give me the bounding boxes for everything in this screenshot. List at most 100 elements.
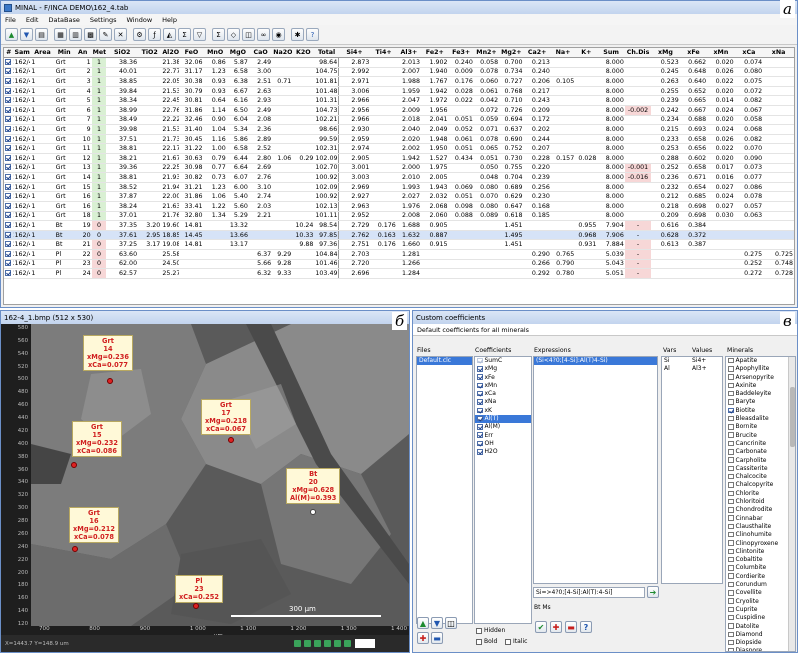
mineral-checkbox[interactable] (728, 581, 734, 588)
chart-icon[interactable]: ◭ (163, 28, 176, 41)
mineral-item[interactable]: Carbonate (726, 448, 795, 456)
export-icon[interactable]: ▥ (69, 28, 82, 41)
add-icon[interactable]: ✚ (550, 621, 562, 633)
column-header[interactable]: MnO (203, 48, 227, 59)
column-header[interactable]: # (4, 48, 14, 59)
mineral-item[interactable]: Cryolite (726, 598, 795, 606)
column-header[interactable]: Sum (597, 48, 625, 59)
print-icon[interactable]: ▤ (35, 28, 48, 41)
save-file-icon[interactable]: ▼ (431, 617, 443, 629)
coefficient-checkbox[interactable] (477, 449, 483, 455)
mineral-checkbox[interactable] (728, 531, 734, 538)
mineral-item[interactable]: Clinopyroxene (726, 540, 795, 548)
calc-icon[interactable]: ⚙ (133, 28, 146, 41)
coefficient-checkbox[interactable] (477, 390, 483, 397)
column-header[interactable]: SiO2 (106, 48, 139, 59)
column-header[interactable]: xMn (707, 48, 735, 59)
filter-icon[interactable]: ▽ (193, 28, 206, 41)
table-row[interactable]: 1162/41Grt1138.3621.3832.060.865.872.499… (4, 57, 794, 68)
table-row[interactable]: 11162/41Grt12138.2121.6730.630.796.442.8… (4, 153, 794, 164)
column-header[interactable]: Fe3+ (448, 48, 474, 59)
save-icon[interactable]: ▼ (20, 28, 33, 41)
mineral-checkbox[interactable] (728, 457, 734, 463)
row-checkbox[interactable] (5, 154, 11, 161)
row-checkbox[interactable] (5, 126, 11, 133)
mineral-item[interactable]: Brucite (726, 432, 795, 440)
mineral-item[interactable]: Columbite (726, 564, 795, 572)
mineral-item[interactable]: Chloritoid (726, 498, 795, 506)
mineral-checkbox[interactable] (728, 399, 734, 405)
apply-arrow-icon[interactable]: ➔ (647, 586, 659, 598)
row-checkbox[interactable] (5, 260, 11, 267)
var-row[interactable]: Al Al3+ (662, 365, 722, 373)
accept-icon[interactable]: ✔ (535, 621, 547, 633)
export-image-icon[interactable] (344, 640, 351, 647)
column-header[interactable]: xCa (734, 48, 764, 59)
mineral-checkbox[interactable] (728, 415, 734, 422)
coefficient-checkbox[interactable] (477, 440, 483, 447)
coefficient-checkbox[interactable] (477, 374, 483, 380)
file-item[interactable]: Default.clc (417, 357, 472, 366)
mineral-item[interactable]: Cancrinite (726, 440, 795, 448)
mineral-checkbox[interactable] (728, 390, 734, 397)
coefficient-checkbox[interactable] (477, 399, 483, 405)
row-checkbox[interactable] (5, 202, 11, 209)
row-checkbox[interactable] (5, 87, 11, 94)
help-icon[interactable]: ? (580, 621, 592, 633)
mineral-item[interactable]: Cinnabar (726, 515, 795, 523)
mineral-item[interactable]: Cordierite (726, 573, 795, 581)
mineral-item[interactable]: Corundum (726, 581, 795, 589)
mineral-item[interactable]: Diaspore (726, 647, 795, 651)
mineral-checkbox[interactable] (728, 366, 734, 372)
row-checkbox[interactable] (5, 221, 11, 228)
mineral-checkbox[interactable] (728, 374, 734, 380)
column-header[interactable]: K2O (292, 48, 315, 59)
column-header[interactable]: Method (91, 48, 107, 59)
coefficient-item[interactable]: Err (475, 432, 531, 440)
open-file-icon[interactable]: ◫ (445, 617, 457, 629)
row-checkbox[interactable] (5, 106, 11, 113)
row-checkbox[interactable] (5, 231, 11, 238)
column-header[interactable]: MgO (226, 48, 249, 59)
coefficient-checkbox[interactable] (477, 366, 483, 372)
column-header[interactable]: Na2O (272, 48, 293, 59)
mineral-item[interactable]: Diamond (726, 631, 795, 639)
row-checkbox[interactable] (5, 164, 11, 171)
mineral-checkbox[interactable] (728, 432, 734, 438)
formula-icon[interactable]: Σ (178, 28, 191, 41)
mineral-checkbox[interactable] (728, 490, 734, 496)
column-header[interactable]: Ca2+ (523, 48, 551, 59)
mineral-checkbox[interactable] (728, 473, 734, 480)
row-checkbox[interactable] (5, 116, 11, 123)
coefficient-item[interactable]: Al(M) (475, 423, 531, 431)
column-header[interactable]: FeO (179, 48, 204, 59)
mineral-item[interactable]: Cuspidine (726, 614, 795, 622)
mineral-item[interactable]: Clinohumite (726, 531, 795, 539)
table-row[interactable]: 19162/41Bt20037.612.9518.8514.45 13.66 10.… (4, 230, 794, 241)
table-row[interactable]: 2162/41Grt2140.0122.7731.171.236.583.001… (4, 67, 794, 78)
bse-image[interactable]: Grt 14 xMg=0.236 xCa=0.077 Grt 15 xMg=0.232 xC… (31, 324, 409, 626)
column-header[interactable]: TiO2 (138, 48, 162, 59)
remove-icon[interactable]: ▬ (565, 621, 577, 633)
mineral-item[interactable]: Apatite (726, 357, 795, 365)
function-icon[interactable]: ƒ (148, 28, 161, 41)
column-header[interactable]: CaO (248, 48, 273, 59)
pan-icon[interactable] (304, 640, 311, 647)
table-row[interactable]: 14162/41Grt15138.5221.9431.211.236.003.1… (4, 182, 794, 193)
column-header[interactable]: Area (30, 48, 55, 59)
row-checkbox[interactable] (5, 241, 11, 248)
mineral-checkbox[interactable] (728, 639, 734, 646)
mineral-checkbox[interactable] (728, 382, 734, 389)
column-header[interactable]: Fe2+ (421, 48, 449, 59)
mineral-item[interactable]: Datolite (726, 623, 795, 631)
mineral-checkbox[interactable] (728, 515, 734, 521)
mineral-checkbox[interactable] (728, 556, 734, 563)
new-file-icon[interactable]: ▲ (417, 617, 429, 629)
table-row[interactable]: 9162/41Grt10137.5121.7330.451.165.862.89… (4, 134, 794, 145)
table-row[interactable]: 16162/41Grt16138.2421.6333.411.225.602.0… (4, 201, 794, 212)
mineral-item[interactable]: Covellite (726, 589, 795, 597)
mineral-checkbox[interactable] (728, 449, 734, 455)
column-header[interactable]: Al2O3 (161, 48, 180, 59)
mineral-checkbox[interactable] (728, 631, 734, 638)
expression-item[interactable]: (Si<4?0;[4-Si]:Al(T)4-Si) (534, 357, 657, 366)
